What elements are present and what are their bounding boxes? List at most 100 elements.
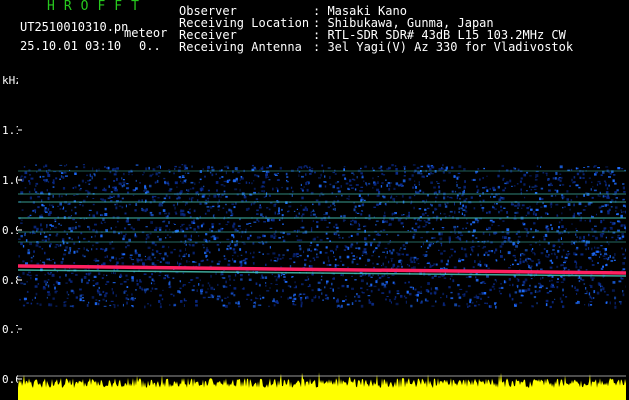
noise-speck (600, 210, 603, 213)
noise-speck (245, 251, 247, 254)
noise-speck (594, 246, 596, 249)
noise-speck (364, 251, 367, 254)
noise-speck (74, 212, 77, 215)
noise-speck (388, 168, 391, 170)
noise-speck (64, 210, 67, 212)
noise-speck (195, 304, 198, 307)
noise-speck (143, 190, 146, 192)
noise-speck (277, 172, 279, 174)
noise-speck (431, 276, 434, 279)
noise-speck (321, 292, 323, 295)
noise-speck (114, 272, 116, 275)
noise-speck (366, 289, 369, 291)
noise-speck (620, 302, 622, 305)
noise-speck (237, 225, 241, 227)
noise-speck (511, 298, 514, 301)
noise-speck (243, 287, 245, 290)
noise-speck (334, 182, 338, 184)
noise-speck (246, 298, 248, 300)
noise-speck (454, 303, 458, 307)
noise-speck (207, 209, 210, 212)
noise-speck (494, 279, 496, 281)
noise-speck (335, 226, 339, 229)
noise-speck (190, 279, 193, 281)
noise-speck (359, 257, 362, 260)
noise-speck (386, 233, 388, 236)
noise-speck (402, 253, 404, 256)
noise-speck (110, 300, 114, 302)
noise-speck (556, 189, 559, 193)
noise-speck (368, 301, 372, 304)
noise-speck (54, 286, 56, 290)
noise-speck (150, 221, 153, 224)
noise-speck (47, 237, 50, 241)
noise-speck (32, 255, 35, 258)
noise-speck (227, 245, 230, 247)
noise-speck (393, 282, 396, 285)
noise-speck (555, 203, 559, 206)
noise-speck (494, 251, 496, 254)
noise-speck (442, 164, 444, 167)
noise-speck (281, 186, 283, 189)
noise-speck (341, 194, 343, 197)
noise-speck (413, 233, 416, 236)
noise-speck (55, 244, 59, 246)
noise-speck (225, 280, 227, 284)
noise-speck (154, 243, 157, 247)
noise-speck (443, 250, 446, 252)
noise-speck (166, 234, 169, 236)
noise-speck (57, 205, 59, 207)
noise-speck (397, 253, 401, 256)
noise-speck (593, 297, 595, 299)
noise-speck (281, 208, 283, 211)
noise-speck (577, 277, 581, 279)
noise-speck (252, 305, 256, 308)
noise-speck (135, 179, 137, 182)
noise-speck (305, 296, 307, 300)
noise-speck (49, 243, 52, 245)
noise-speck (474, 260, 476, 263)
noise-speck (595, 236, 598, 240)
noise-speck (401, 195, 404, 198)
noise-speck (102, 298, 105, 301)
noise-speck (131, 259, 134, 261)
noise-speck (506, 228, 510, 232)
noise-speck (333, 225, 335, 228)
noise-speck (268, 208, 271, 211)
noise-speck (475, 278, 479, 282)
noise-speck (608, 184, 610, 187)
noise-speck (415, 186, 417, 189)
noise-speck (323, 213, 326, 215)
noise-speck (144, 187, 147, 190)
noise-speck (96, 259, 100, 262)
noise-speck (18, 255, 20, 258)
noise-speck (597, 262, 599, 264)
noise-speck (23, 297, 27, 301)
noise-speck (122, 303, 124, 307)
noise-speck (578, 202, 582, 206)
noise-speck (195, 299, 198, 303)
noise-speck (453, 175, 456, 178)
noise-speck (522, 260, 525, 263)
noise-speck (506, 181, 509, 185)
noise-speck (207, 282, 210, 285)
noise-speck (222, 277, 226, 279)
noise-speck (466, 218, 468, 220)
noise-speck (591, 247, 593, 251)
noise-speck (411, 174, 414, 177)
noise-speck (607, 211, 610, 215)
noise-speck (57, 282, 61, 285)
noise-speck (73, 195, 76, 196)
noise-speck (378, 276, 382, 279)
noise-speck (611, 289, 615, 292)
noise-speck (300, 304, 303, 308)
noise-speck (229, 243, 231, 246)
noise-speck (523, 173, 527, 177)
noise-speck (403, 175, 406, 177)
noise-speck (159, 253, 161, 256)
noise-speck (376, 279, 379, 281)
noise-speck (18, 274, 20, 276)
noise-speck (184, 172, 186, 174)
noise-speck (235, 202, 237, 205)
noise-speck (149, 232, 152, 235)
